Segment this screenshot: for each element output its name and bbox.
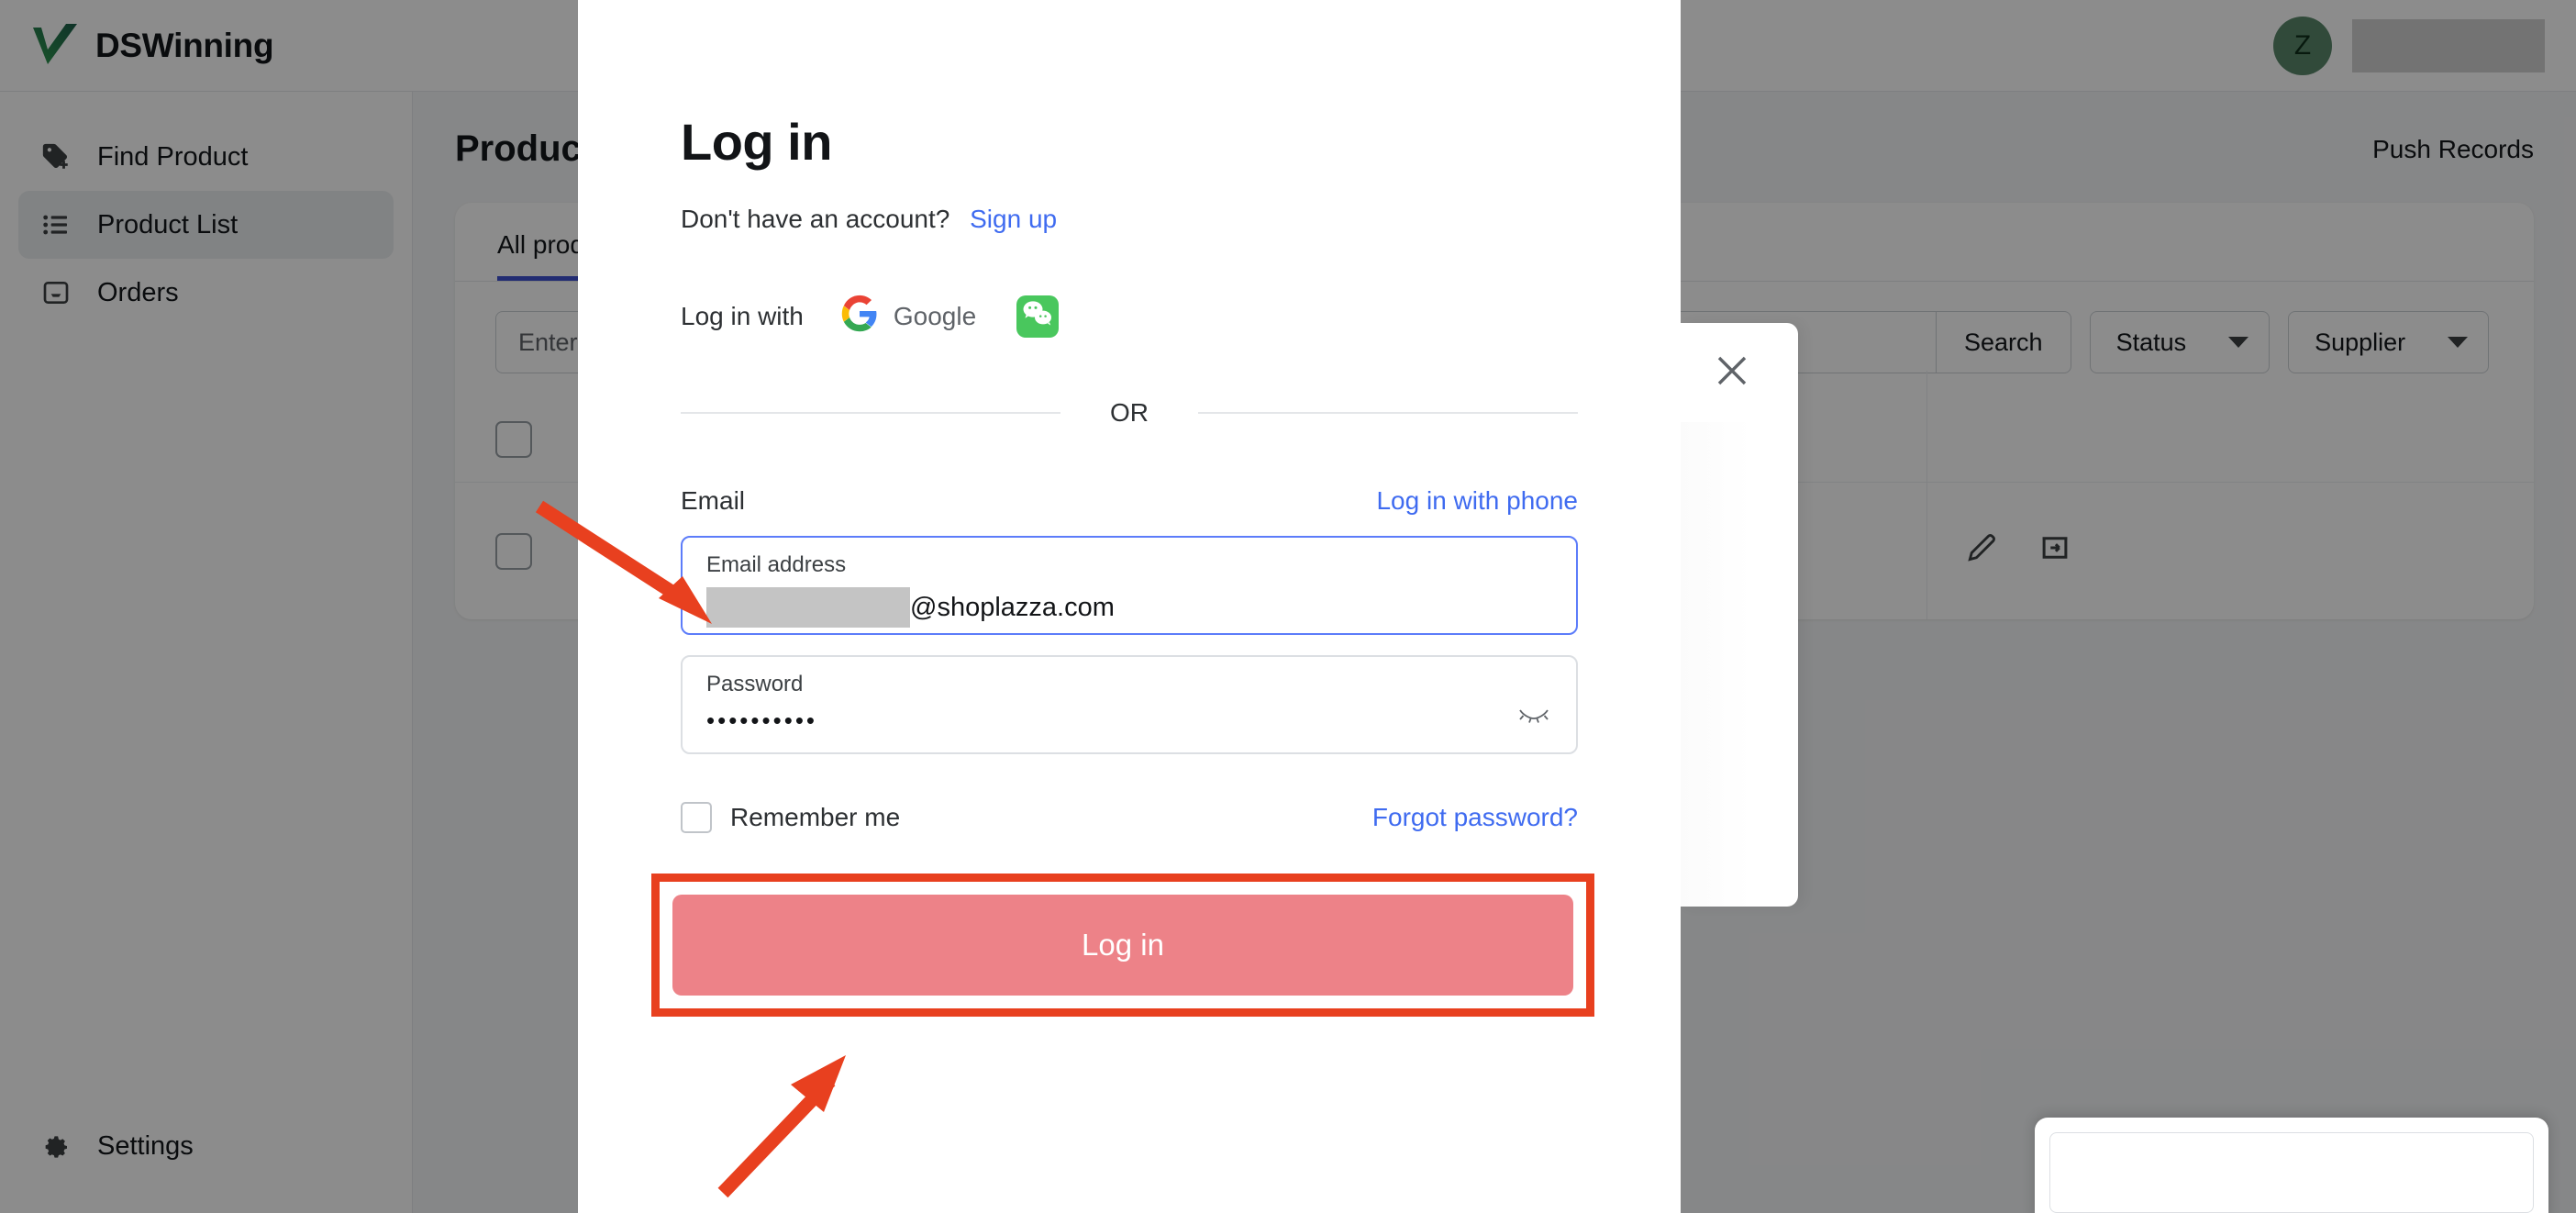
login-with-phone-link[interactable]: Log in with phone (1376, 486, 1578, 516)
email-section-header: Email Log in with phone (681, 486, 1578, 516)
screen: DSWinning Z Find Product Product List Or… (0, 0, 2576, 1213)
social-login-label: Log in with (681, 301, 804, 330)
divider-label: OR (1110, 398, 1149, 427)
eye-off-icon[interactable] (1517, 705, 1550, 729)
email-field[interactable]: Email address @shoplazza.com (681, 536, 1578, 635)
password-field-label: Password (706, 672, 804, 696)
signup-prompt-text: Don't have an account? (681, 205, 950, 233)
email-domain: @shoplazza.com (910, 592, 1115, 622)
remember-me-label: Remember me (730, 803, 901, 831)
divider-line-left (681, 412, 1060, 414)
bottom-floating-panel (2035, 1118, 2548, 1213)
email-section-label: Email (681, 486, 746, 515)
login-modal: Log in Don't have an account? Sign up Lo… (578, 0, 1681, 1213)
password-field[interactable]: Password •••••••••• (681, 655, 1578, 754)
google-login-button[interactable]: Google (840, 295, 976, 338)
login-button-highlight: Log in (651, 874, 1594, 1017)
divider-line-right (1198, 412, 1578, 414)
signup-link[interactable]: Sign up (970, 205, 1057, 233)
wechat-login-button[interactable] (1016, 295, 1060, 338)
social-login-row: Log in with Google (681, 295, 1578, 338)
modal-title: Log in (681, 113, 832, 171)
email-field-label: Email address (706, 552, 847, 577)
signup-prompt-row: Don't have an account? Sign up (681, 205, 1578, 234)
google-icon (840, 295, 879, 338)
or-divider: OR (681, 398, 1578, 428)
remember-row: Remember me Forgot password? (681, 802, 1578, 833)
login-button[interactable]: Log in (672, 895, 1573, 996)
remember-me-checkbox[interactable] (681, 802, 712, 833)
wechat-icon (1022, 300, 1053, 332)
close-modal-button[interactable] (1681, 323, 1783, 422)
google-label: Google (893, 301, 977, 330)
email-field-value: @shoplazza.com (706, 587, 1552, 628)
email-local-part-redacted (706, 587, 910, 628)
password-field-value: •••••••••• (706, 707, 818, 734)
close-icon (1710, 349, 1754, 397)
bottom-panel-field[interactable] (2049, 1132, 2534, 1213)
forgot-password-link[interactable]: Forgot password? (1372, 803, 1578, 832)
